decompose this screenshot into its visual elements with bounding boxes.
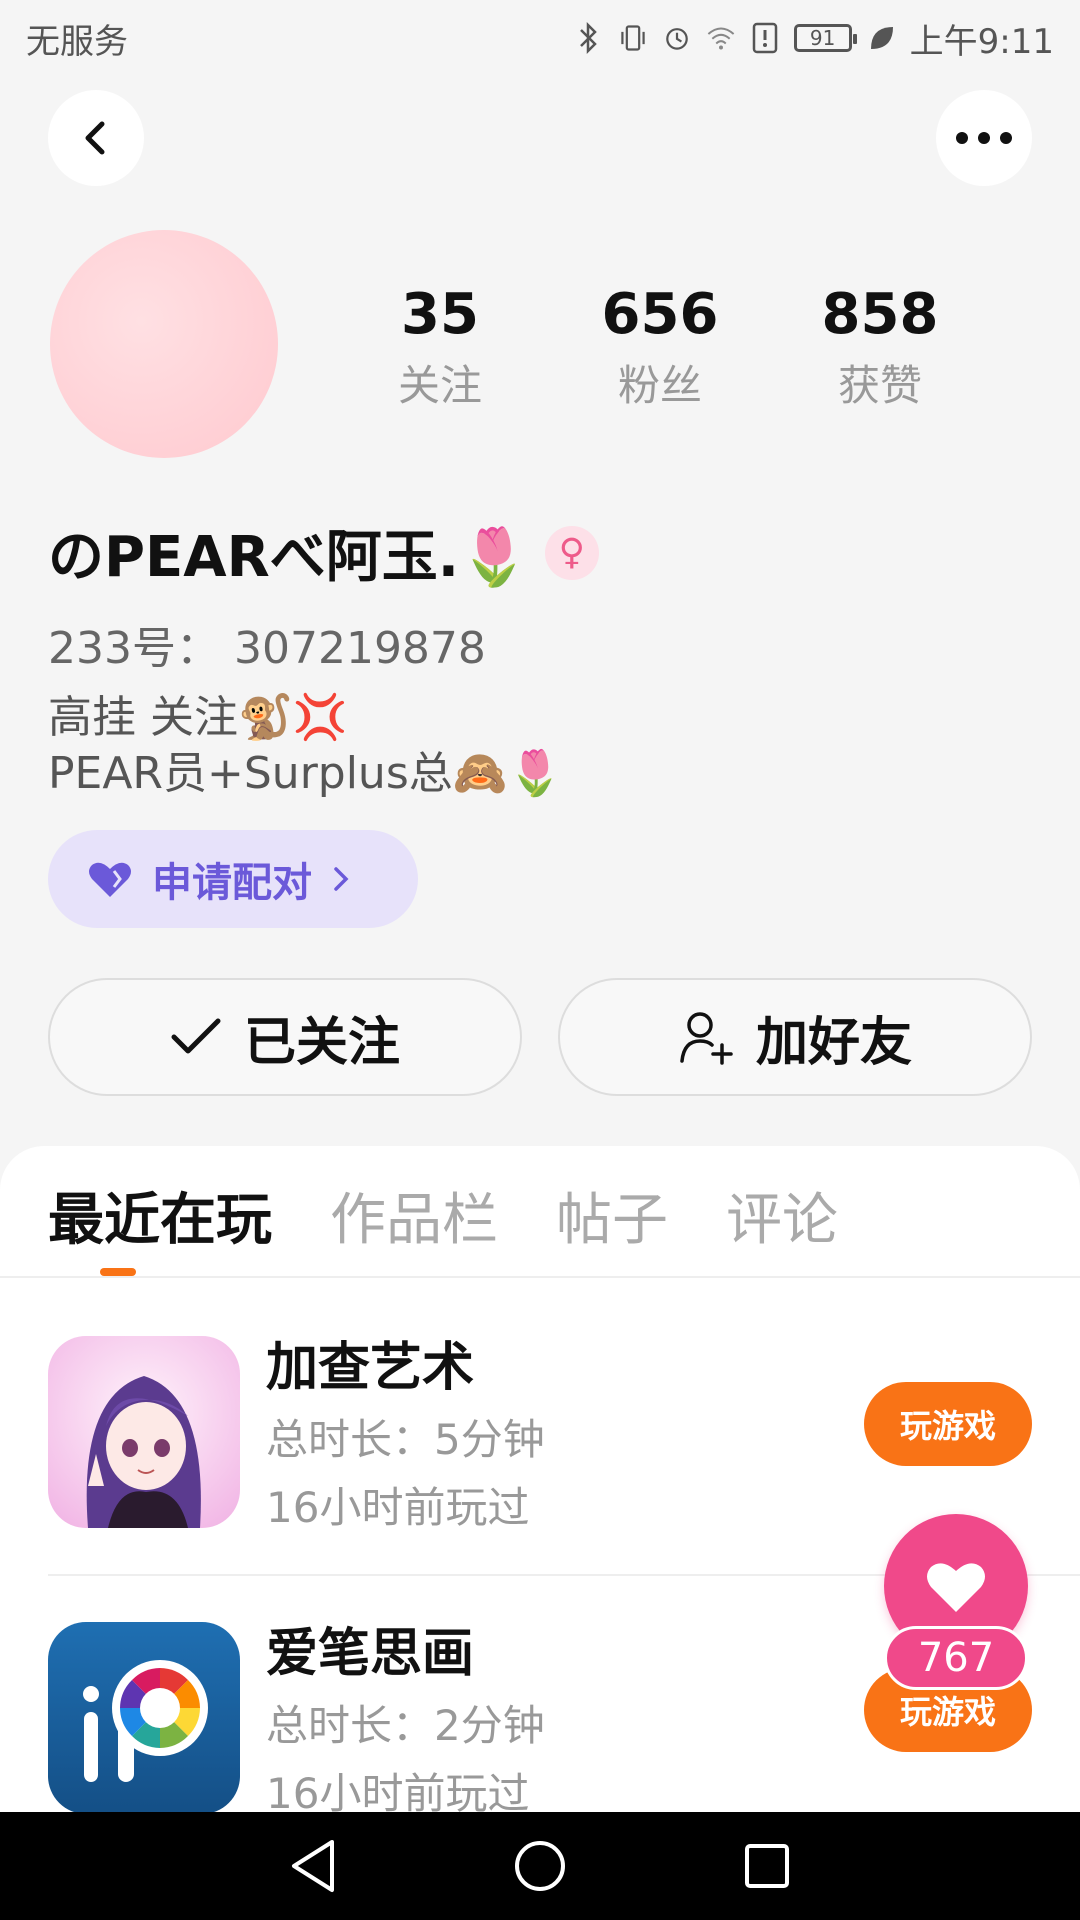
wifi-icon <box>706 20 736 56</box>
match-request-button[interactable]: 申请配对 <box>48 830 418 928</box>
play-game-button[interactable]: 玩游戏 <box>864 1382 1032 1466</box>
back-button[interactable] <box>48 90 144 186</box>
tab-works[interactable]: 作品栏 <box>330 1178 498 1264</box>
leaf-icon <box>866 20 896 56</box>
stat-fans-label: 粉丝 <box>617 361 702 410</box>
game-title: 加查艺术 <box>266 1338 475 1398</box>
add-friend-label: 加好友 <box>755 1012 912 1073</box>
tab-recent-play[interactable]: 最近在玩 <box>48 1178 272 1264</box>
game-row[interactable]: 加查艺术 总时长：5分钟 16小时前玩过 玩游戏 <box>48 1336 1032 1566</box>
more-dots-icon <box>956 132 1012 144</box>
tab-divider <box>0 1276 1080 1278</box>
nav-recents-button[interactable] <box>737 1836 797 1896</box>
chevron-right-icon <box>334 867 349 891</box>
active-tab-indicator <box>100 1268 136 1276</box>
stat-fans[interactable]: 656 粉丝 <box>560 280 760 416</box>
game-duration: 总时长：5分钟 <box>266 1415 545 1464</box>
stat-likes[interactable]: 858 获赞 <box>780 280 980 416</box>
carrier-text: 无服务 <box>26 21 128 62</box>
stat-following[interactable]: 35 关注 <box>340 280 540 416</box>
like-count-badge: 767 <box>884 1626 1028 1690</box>
match-request-label: 申请配对 <box>152 860 312 906</box>
tab-posts[interactable]: 帖子 <box>556 1178 668 1264</box>
add-user-icon <box>680 1012 733 1065</box>
game-duration: 总时长：2分钟 <box>266 1701 545 1750</box>
heart-icon <box>89 862 131 897</box>
avatar[interactable] <box>50 230 278 458</box>
followed-label: 已关注 <box>243 1012 400 1073</box>
name-row: のPEARべ阿玉.🌷 ♀ <box>48 512 599 593</box>
tab-comments[interactable]: 评论 <box>726 1178 838 1264</box>
user-id: 233号： 307219878 <box>48 623 486 674</box>
heart-icon <box>927 1563 985 1612</box>
back-arrow-icon <box>85 121 105 155</box>
alert-icon <box>750 20 780 56</box>
alarm-icon <box>662 20 692 56</box>
more-button[interactable] <box>936 90 1032 186</box>
status-icons: 91 上午9:11 <box>574 14 1054 63</box>
stat-likes-label: 获赞 <box>837 361 922 410</box>
vibrate-icon <box>618 20 648 56</box>
bio-text: 高挂 关注🐒💢 PEAR员+Surplus总🙈🌷 <box>48 692 563 799</box>
system-nav-bar <box>0 1812 1080 1920</box>
followed-button[interactable]: 已关注 <box>48 978 522 1096</box>
triangle-back-icon <box>292 1840 335 1892</box>
stat-fans-count: 656 <box>601 282 719 347</box>
check-icon <box>171 1018 221 1054</box>
stat-following-label: 关注 <box>397 361 482 410</box>
circle-home-icon <box>514 1841 565 1891</box>
gacha-art-app-icon <box>48 1336 240 1528</box>
profile-stats: 35 关注 656 粉丝 858 获赞 <box>330 280 990 416</box>
ibis-paint-app-icon <box>48 1622 240 1814</box>
content-card: 最近在玩 作品栏 帖子 评论 加查艺术 总时长：5分钟 16小时前玩过 玩游戏 <box>0 1146 1080 1846</box>
bluetooth-icon <box>574 20 604 56</box>
stat-likes-count: 858 <box>821 282 939 347</box>
game-last-played: 16小时前玩过 <box>266 1483 530 1532</box>
battery-icon: 91 <box>793 24 857 52</box>
status-bar: 无服务 91 上午9:11 <box>0 0 1080 76</box>
stat-following-count: 35 <box>401 282 479 347</box>
clock-text: 上午9:11 <box>909 21 1054 62</box>
username: のPEARべ阿玉.🌷 <box>48 525 529 590</box>
battery-level: 91 <box>809 26 836 50</box>
female-icon: ♀ <box>544 525 599 580</box>
add-friend-button[interactable]: 加好友 <box>558 978 1032 1096</box>
square-recents-icon <box>744 1844 789 1888</box>
tab-bar: 最近在玩 作品栏 帖子 评论 <box>48 1178 838 1264</box>
nav-home-button[interactable] <box>510 1836 570 1896</box>
nav-back-button[interactable] <box>283 1836 343 1896</box>
game-title: 爱笔思画 <box>266 1624 475 1684</box>
